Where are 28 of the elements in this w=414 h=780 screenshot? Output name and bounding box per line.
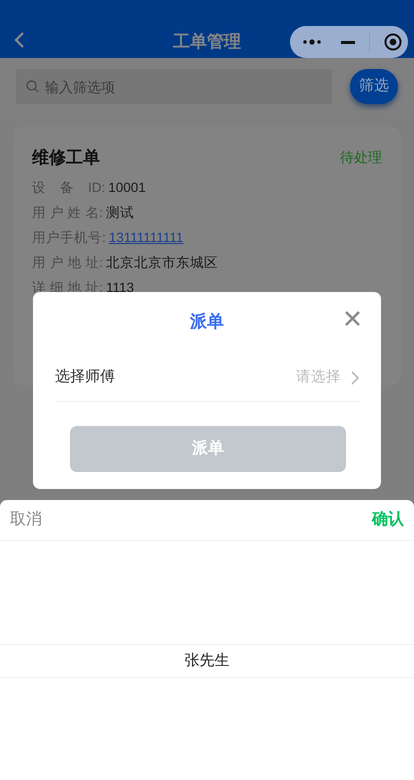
search-icon — [26, 80, 39, 93]
close-target-icon[interactable] — [384, 33, 402, 51]
status-text: 待处理 — [340, 148, 382, 168]
field-label: 设 备 ID: — [32, 178, 106, 197]
field-value: 测试 — [106, 204, 134, 222]
field-label: 选择师傅 — [55, 367, 115, 388]
field-label: 用 户 姓 名: — [32, 204, 104, 222]
page-title: 工单管理 — [172, 31, 242, 53]
card-title: 维修工单 — [32, 147, 100, 169]
select-placeholder: 请选择 — [296, 368, 341, 387]
field-value: 1113 — [106, 278, 134, 297]
picker-option[interactable]: 张先生 — [0, 644, 414, 678]
search-field[interactable]: 输入筛选项 — [16, 69, 332, 104]
more-icon[interactable] — [303, 39, 323, 45]
field-value: 北京北京市东城区 — [106, 254, 218, 272]
close-icon[interactable] — [345, 311, 360, 326]
field-value: 10001 — [108, 178, 146, 197]
back-icon[interactable] — [14, 32, 25, 48]
chevron-right-icon — [351, 370, 359, 384]
minimize-icon[interactable] — [341, 40, 355, 44]
technician-select[interactable]: 选择师傅 请选择 — [55, 354, 359, 402]
phone-link[interactable]: 13111111111 — [108, 228, 184, 248]
cancel-button[interactable]: 取消 — [10, 508, 42, 532]
dialog-title: 派单 — [189, 311, 225, 333]
confirm-button[interactable]: 确认 — [372, 508, 404, 532]
field-label: 用户手机号: — [32, 228, 106, 247]
filter-button[interactable]: 筛选 — [350, 69, 398, 104]
field-label: 用 户 地 址: — [32, 254, 104, 272]
